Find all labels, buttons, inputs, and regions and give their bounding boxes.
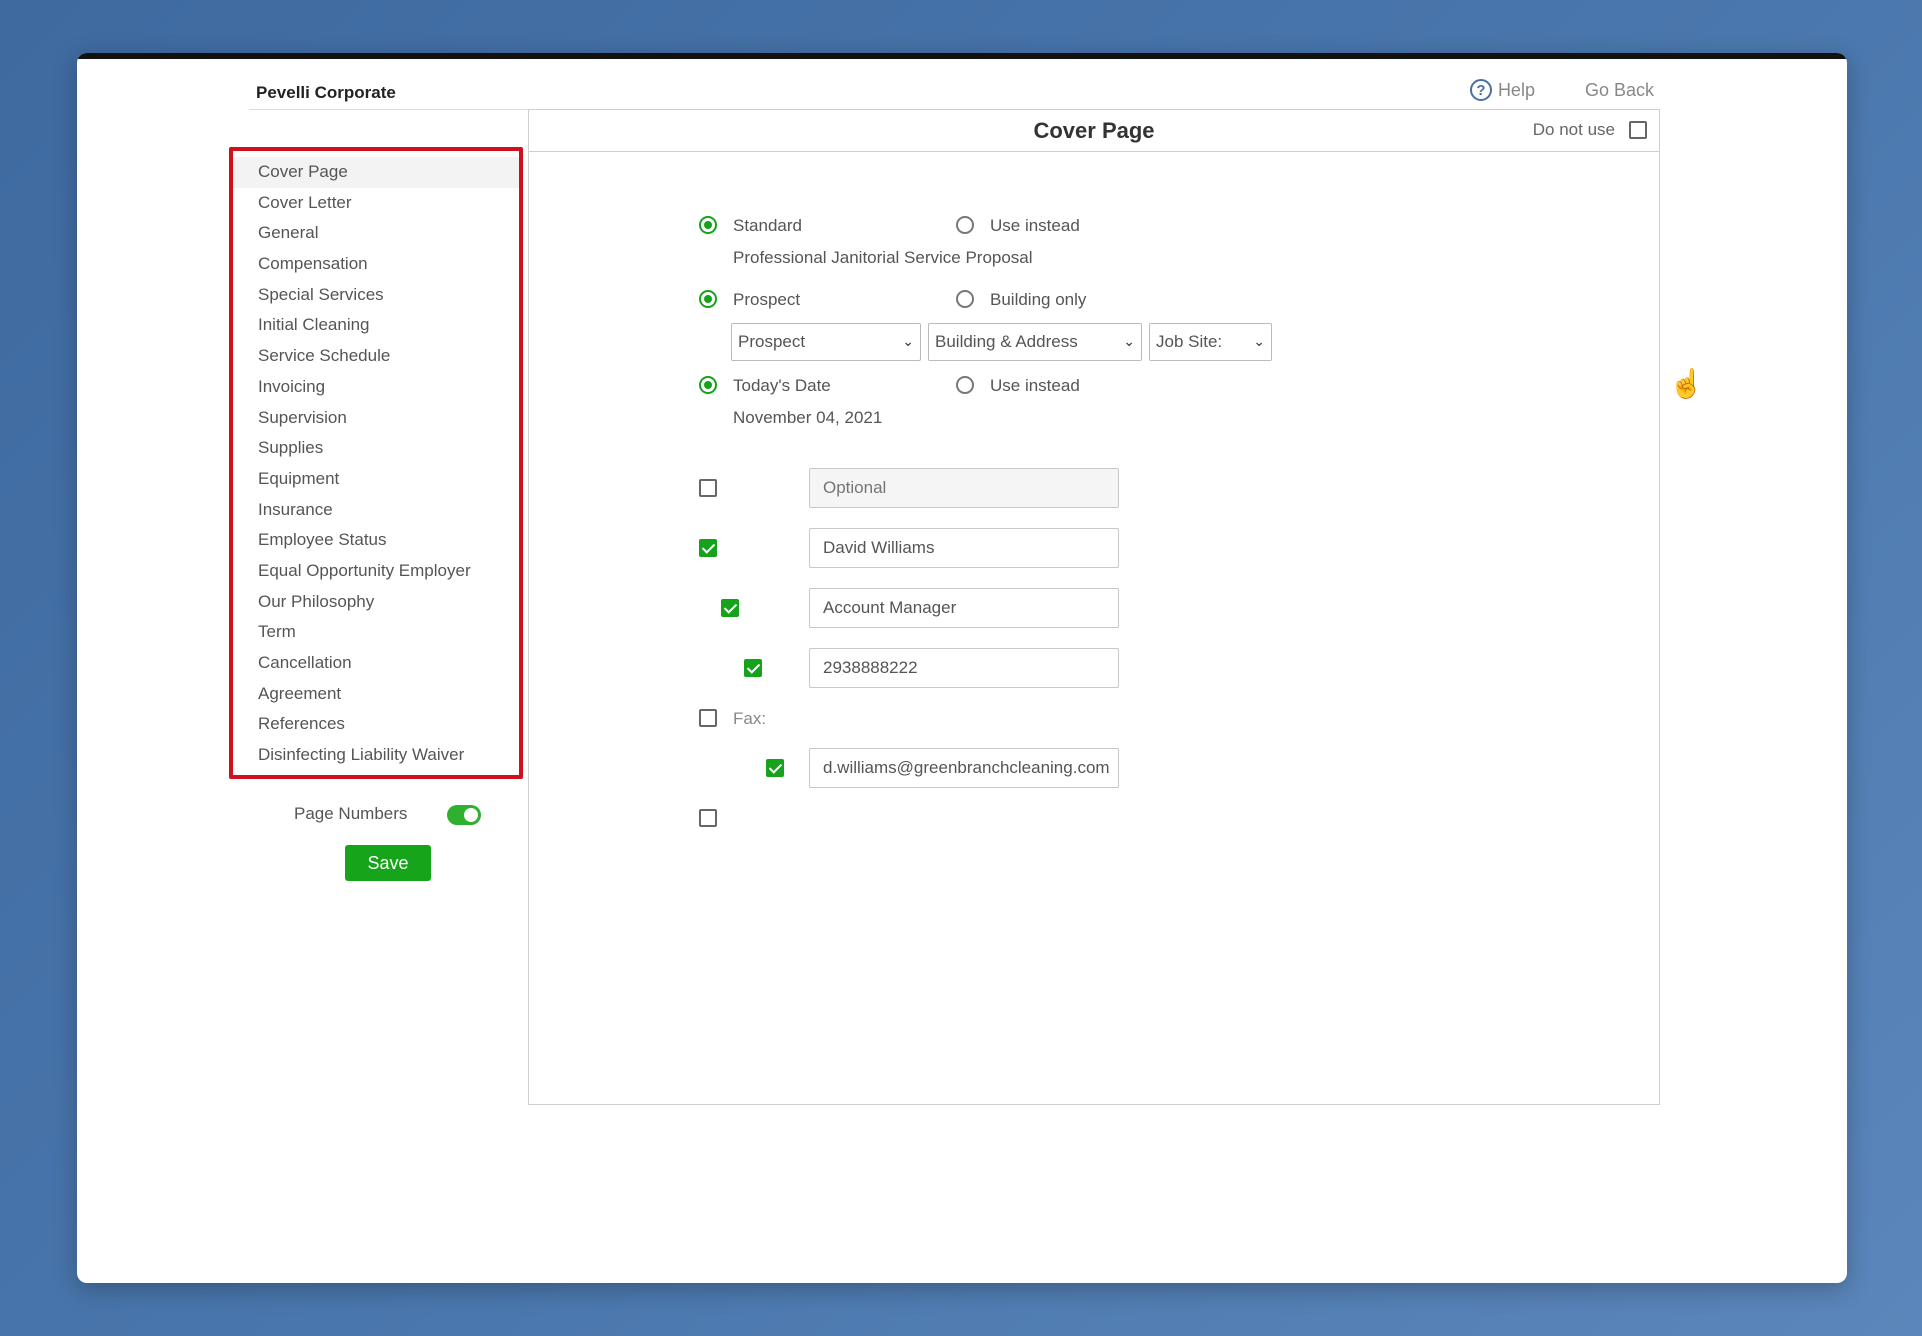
sidebar-item-our-philosophy[interactable]: Our Philosophy xyxy=(233,587,519,618)
section-nav-highlighted: Cover Page Cover Letter General Compensa… xyxy=(229,147,523,779)
sidebar-item-initial-cleaning[interactable]: Initial Cleaning xyxy=(233,310,519,341)
brand-title: Pevelli Corporate xyxy=(256,83,396,102)
sidebar-item-cover-page[interactable]: Cover Page xyxy=(233,157,519,188)
todays-date-label: Today's Date xyxy=(733,376,831,395)
building-address-select-value: Building & Address xyxy=(935,332,1078,351)
do-not-use-label: Do not use xyxy=(1532,120,1615,139)
sidebar-item-compensation[interactable]: Compensation xyxy=(233,249,519,280)
divider xyxy=(249,109,529,110)
job-site-select[interactable]: Job Site: ⌄ xyxy=(1149,323,1272,361)
title-use-instead-radio[interactable] xyxy=(956,216,974,234)
sidebar-item-special-services[interactable]: Special Services xyxy=(233,280,519,311)
prospect-select-value: Prospect xyxy=(738,332,806,351)
sidebar-item-invoicing[interactable]: Invoicing xyxy=(233,372,519,403)
page-numbers-label: Page Numbers xyxy=(294,804,408,823)
standard-title-text: Professional Janitorial Service Proposal xyxy=(733,248,1033,267)
building-only-label: Building only xyxy=(990,290,1087,309)
save-button[interactable]: Save xyxy=(345,845,431,881)
header-links: ? Help Go Back xyxy=(1469,79,1654,101)
standard-label: Standard xyxy=(733,216,802,235)
job-title-checkbox[interactable] xyxy=(721,599,740,617)
help-link[interactable]: ? Help xyxy=(1469,79,1535,101)
sidebar-item-liability-waiver[interactable]: Disinfecting Liability Waiver xyxy=(233,740,519,771)
chevron-down-icon: ⌄ xyxy=(1253,333,1265,349)
fax-checkbox[interactable] xyxy=(699,709,717,727)
extra-line-checkbox[interactable] xyxy=(699,809,717,827)
todays-date-radio[interactable] xyxy=(699,376,717,394)
panel-header: Cover Page Do not use xyxy=(529,110,1659,152)
hand-pointer-icon: ☝ xyxy=(1669,368,1704,399)
prospect-radio[interactable] xyxy=(699,290,717,308)
building-only-radio[interactable] xyxy=(956,290,974,308)
chevron-down-icon: ⌄ xyxy=(902,333,914,349)
do-not-use-checkbox[interactable] xyxy=(1629,121,1647,139)
sidebar-item-supervision[interactable]: Supervision xyxy=(233,403,519,434)
email-input[interactable] xyxy=(809,748,1119,788)
email-checkbox[interactable] xyxy=(766,759,785,777)
phone-checkbox[interactable] xyxy=(743,659,762,677)
sidebar-item-employee-status[interactable]: Employee Status xyxy=(233,525,519,556)
sidebar-item-equipment[interactable]: Equipment xyxy=(233,464,519,495)
page-numbers-toggle[interactable] xyxy=(447,805,481,825)
sidebar-item-service-schedule[interactable]: Service Schedule xyxy=(233,341,519,372)
optional-line-checkbox[interactable] xyxy=(699,479,717,497)
phone-input[interactable] xyxy=(809,648,1119,688)
date-use-instead-label: Use instead xyxy=(990,376,1080,395)
name-checkbox[interactable] xyxy=(699,539,717,557)
sidebar-item-cover-letter[interactable]: Cover Letter xyxy=(233,188,519,219)
sidebar-item-references[interactable]: References xyxy=(233,709,519,740)
prospect-label: Prospect xyxy=(733,290,801,309)
sidebar-item-insurance[interactable]: Insurance xyxy=(233,495,519,526)
do-not-use-control: Do not use xyxy=(1533,120,1647,140)
question-circle-icon: ? xyxy=(1469,79,1492,101)
building-address-select[interactable]: Building & Address ⌄ xyxy=(928,323,1142,361)
date-text: November 04, 2021 xyxy=(733,408,883,427)
sidebar-item-cancellation[interactable]: Cancellation xyxy=(233,648,519,679)
sidebar-item-supplies[interactable]: Supplies xyxy=(233,433,519,464)
prospect-select[interactable]: Prospect ⌄ xyxy=(731,323,921,361)
optional-line-input[interactable] xyxy=(809,468,1119,508)
sidebar-item-term[interactable]: Term xyxy=(233,617,519,648)
window-top-bar xyxy=(77,53,1847,59)
sidebar-item-equal-opportunity[interactable]: Equal Opportunity Employer xyxy=(233,556,519,587)
job-site-select-value: Job Site: xyxy=(1156,332,1223,351)
app-window: Pevelli Corporate ? Help Go Back Cover P… xyxy=(77,53,1847,1283)
toggle-knob xyxy=(464,808,478,822)
fax-label: Fax: xyxy=(733,709,767,728)
page-title: Cover Page xyxy=(1033,118,1155,143)
job-title-input[interactable] xyxy=(809,588,1119,628)
sidebar-item-general[interactable]: General xyxy=(233,218,519,249)
title-use-instead-label: Use instead xyxy=(990,216,1080,235)
help-label: Help xyxy=(1497,79,1535,100)
sidebar-item-agreement[interactable]: Agreement xyxy=(233,679,519,710)
standard-radio[interactable] xyxy=(699,216,717,234)
go-back-link[interactable]: Go Back xyxy=(1585,80,1654,101)
chevron-down-icon: ⌄ xyxy=(1123,333,1135,349)
name-input[interactable] xyxy=(809,528,1119,568)
date-use-instead-radio[interactable] xyxy=(956,376,974,394)
